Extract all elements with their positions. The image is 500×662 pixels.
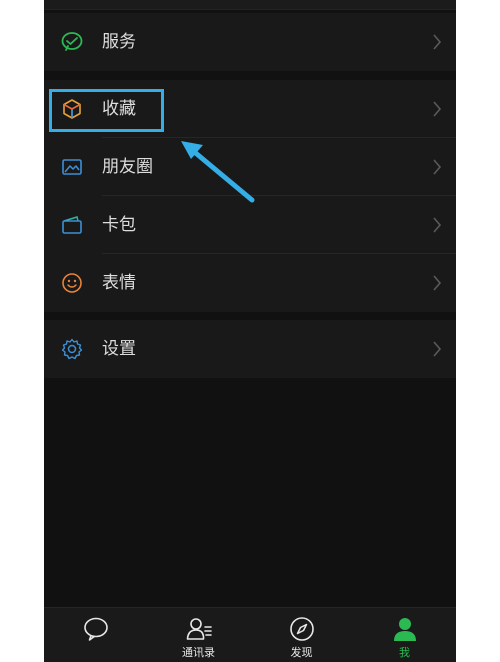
chevron-right-icon [432,100,442,118]
gear-icon [61,338,83,360]
tab-chats[interactable] [44,608,147,662]
menu-item-stickers-label: 表情 [102,273,136,293]
contacts-icon [186,616,212,642]
menu-item-services[interactable]: 服务 [44,13,456,71]
chevron-right-icon [432,33,442,51]
chevron-right-icon [432,158,442,176]
tab-me[interactable]: 我 [353,608,456,662]
menu-item-cards[interactable]: 卡包 [44,196,456,254]
bottom-tab-bar: 通讯录 发现 我 [44,607,456,662]
tab-discover[interactable]: 发现 [250,608,353,662]
tab-discover-label: 发现 [290,646,313,659]
highlight-box [49,89,164,132]
menu-item-services-label: 服务 [102,32,136,52]
smile-icon [61,272,83,294]
person-icon [392,616,418,642]
menu-item-cards-label: 卡包 [102,215,136,235]
tab-me-label: 我 [399,646,410,659]
chevron-right-icon [432,274,442,292]
section-edge [44,0,456,10]
menu-item-moments-label: 朋友圈 [102,157,153,177]
tab-contacts[interactable]: 通讯录 [147,608,250,662]
chat-bubble-icon [83,616,109,642]
chevron-right-icon [432,340,442,358]
menu-item-stickers[interactable]: 表情 [44,254,456,312]
compass-icon [289,616,315,642]
chevron-right-icon [432,216,442,234]
menu-item-settings[interactable]: 设置 [44,320,456,378]
wechat-pay-icon [61,31,83,53]
menu-item-moments[interactable]: 朋友圈 [44,138,456,196]
tab-contacts-label: 通讯录 [182,646,215,659]
wallet-icon [61,214,83,236]
photo-icon [61,156,83,178]
menu-item-settings-label: 设置 [102,339,136,359]
